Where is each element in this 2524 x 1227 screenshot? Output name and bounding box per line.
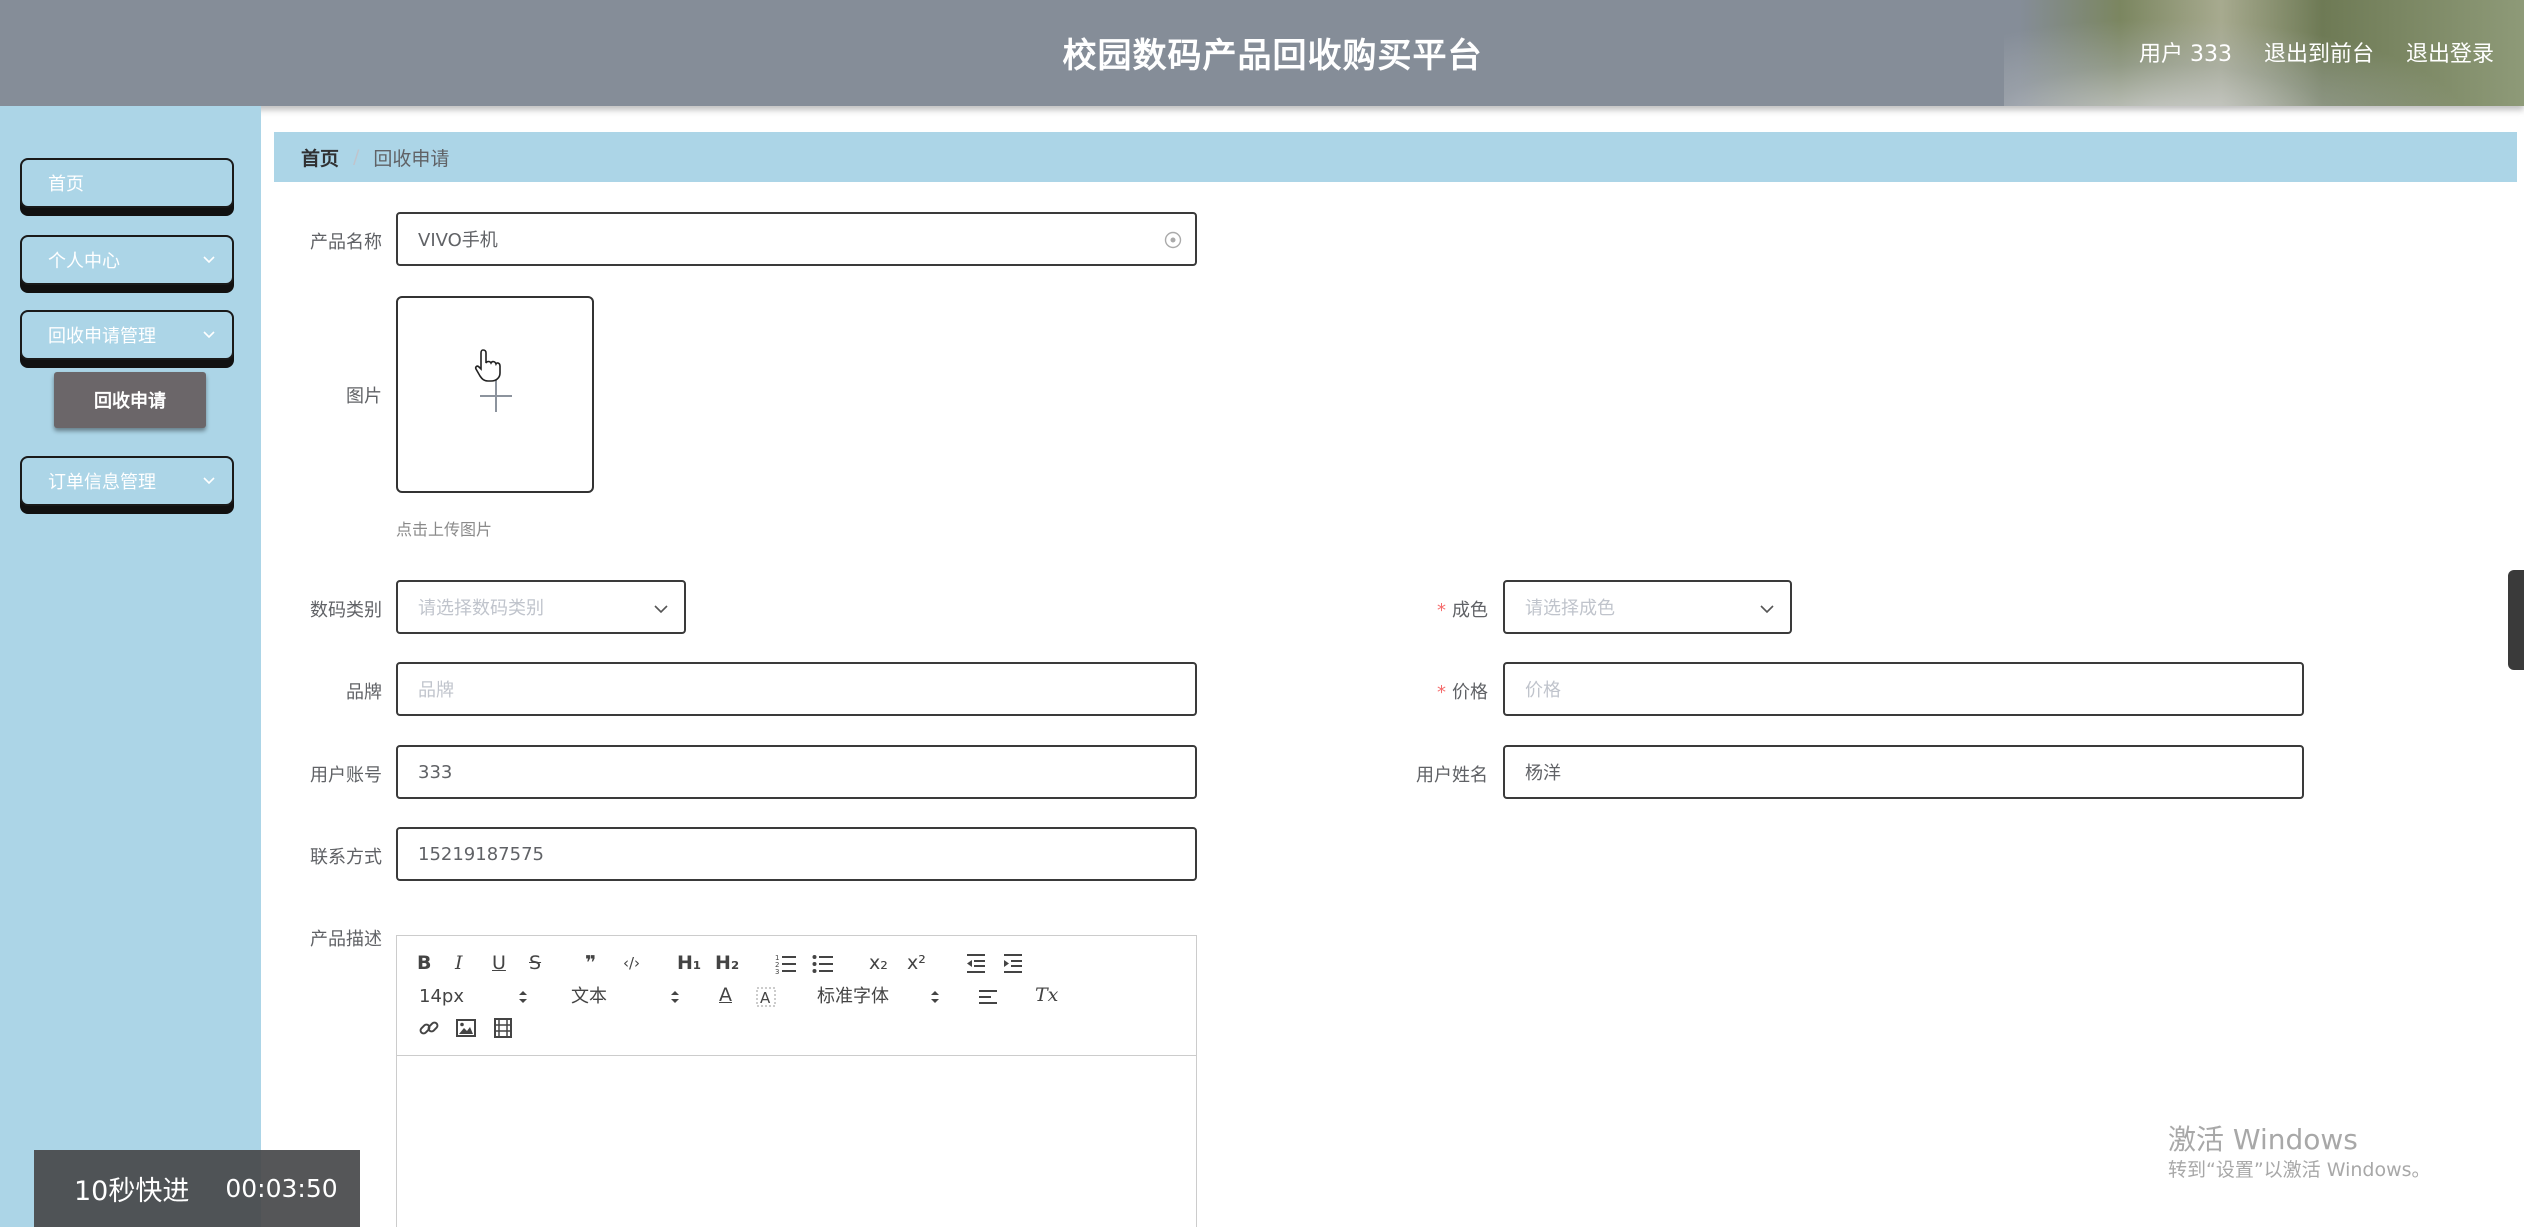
fast-forward-button[interactable]: 10秒快进: [74, 1169, 189, 1208]
strike-button[interactable]: S: [529, 951, 541, 975]
editor-toolbar: B I U S ❞ ‹/› H₁ H₂ 123 x₂ x² 14px 文本 A …: [397, 936, 1196, 1056]
top-header: 校园数码产品回收购买平台 用户 333 退出到前台 退出登录: [0, 0, 2524, 106]
video-control-bar: 10秒快进 00:03:50: [34, 1150, 360, 1227]
contact-value: 15219187575: [418, 843, 544, 865]
text-style-value: 文本: [571, 986, 607, 1007]
required-mark: *: [1437, 682, 1446, 703]
updown-icon: [931, 991, 939, 1003]
user-label: 用户 333: [2138, 42, 2232, 67]
product-name-input[interactable]: VIVO手机: [396, 212, 1197, 266]
exit-to-front-link[interactable]: 退出到前台: [2264, 36, 2374, 68]
description-label: 产品描述: [310, 929, 382, 950]
user-name-value: 杨洋: [1525, 763, 1561, 784]
font-color-button[interactable]: A: [719, 983, 732, 1007]
font-size-value: 14px: [419, 986, 464, 1007]
sidebar-item-personal-center[interactable]: 个人中心: [20, 235, 234, 285]
font-size-select[interactable]: 14px: [419, 985, 529, 1009]
breadcrumb-current: 回收申请: [373, 147, 450, 170]
price-placeholder: 价格: [1525, 680, 1561, 701]
hand-cursor-icon: [474, 349, 501, 382]
underline-button[interactable]: U: [492, 951, 506, 975]
chevron-down-icon: [203, 331, 215, 339]
bullet-list-icon[interactable]: [812, 952, 834, 974]
text-style-select[interactable]: 文本: [571, 985, 681, 1009]
chevron-down-icon: [203, 256, 215, 264]
price-label-text: 价格: [1452, 682, 1488, 703]
price-label: * 价格: [1380, 678, 1488, 704]
image-label: 图片: [346, 386, 382, 407]
updown-icon: [671, 991, 679, 1003]
italic-button[interactable]: I: [455, 951, 463, 975]
condition-select[interactable]: 请选择成色: [1503, 580, 1792, 634]
account-label: 用户账号: [310, 765, 382, 786]
breadcrumb-home[interactable]: 首页: [301, 144, 339, 171]
sidebar-item-label: 回收申请管理: [48, 326, 156, 347]
windows-watermark-subtitle: 转到“设置”以激活 Windows。: [2168, 1159, 2431, 1181]
sidebar-item-label: 订单信息管理: [48, 472, 156, 493]
font-family-value: 标准字体: [817, 986, 889, 1007]
brand-placeholder: 品牌: [418, 680, 454, 701]
video-time: 00:03:50: [225, 1174, 338, 1203]
clear-icon[interactable]: [1163, 230, 1183, 250]
brand-label: 品牌: [346, 682, 382, 703]
subscript-button[interactable]: x₂: [869, 951, 888, 975]
sidebar: 首页 个人中心 回收申请管理 订单信息管理: [0, 106, 261, 1227]
h1-button[interactable]: H₁: [677, 951, 701, 975]
svg-text:A: A: [760, 989, 771, 1007]
breadcrumb: 首页 / 回收申请: [274, 132, 2517, 182]
sidebar-item-label: 个人中心: [48, 251, 120, 272]
sidebar-item-home[interactable]: 首页: [20, 158, 234, 208]
account-value: 333: [418, 761, 453, 783]
updown-icon: [519, 991, 527, 1003]
align-icon[interactable]: [977, 986, 999, 1008]
submenu-item-recycle-apply[interactable]: 回收申请: [54, 372, 206, 428]
scroll-handle[interactable]: [2508, 570, 2524, 670]
category-label: 数码类别: [310, 600, 382, 621]
category-select[interactable]: 请选择数码类别: [396, 580, 686, 634]
breadcrumb-separator: /: [353, 146, 360, 168]
user-name-label: 用户姓名: [1416, 765, 1488, 786]
plus-icon: [480, 380, 512, 412]
font-family-select[interactable]: 标准字体: [817, 985, 941, 1009]
product-name-label: 产品名称: [310, 232, 382, 253]
svg-text:3: 3: [775, 968, 779, 974]
code-button[interactable]: ‹/›: [623, 951, 640, 975]
logout-link[interactable]: 退出登录: [2406, 36, 2494, 68]
bold-button[interactable]: B: [417, 951, 431, 975]
price-input[interactable]: 价格: [1503, 662, 2304, 716]
h2-button[interactable]: H₂: [715, 951, 739, 975]
user-name-input[interactable]: 杨洋: [1503, 745, 2304, 799]
upload-tip: 点击上传图片: [396, 520, 493, 539]
clear-format-button[interactable]: Tx: [1035, 983, 1058, 1007]
account-input[interactable]: 333: [396, 745, 1197, 799]
superscript-button[interactable]: x²: [907, 951, 926, 975]
sidebar-item-label: 首页: [48, 174, 84, 195]
sidebar-item-order-management[interactable]: 订单信息管理: [20, 456, 234, 506]
rich-text-editor: B I U S ❞ ‹/› H₁ H₂ 123 x₂ x² 14px 文本 A …: [396, 935, 1197, 1227]
required-mark: *: [1437, 600, 1446, 621]
image-upload-box[interactable]: [396, 296, 594, 493]
video-icon[interactable]: [492, 1017, 514, 1039]
header-links: 用户 333 退出到前台 退出登录: [2139, 36, 2494, 68]
sidebar-item-recycle-management[interactable]: 回收申请管理: [20, 310, 234, 360]
condition-label: * 成色: [1380, 596, 1488, 622]
product-name-value: VIVO手机: [418, 230, 498, 251]
outdent-icon[interactable]: [965, 952, 987, 974]
background-color-icon[interactable]: A: [755, 986, 777, 1008]
category-placeholder: 请选择数码类别: [418, 598, 544, 619]
indent-icon[interactable]: [1002, 952, 1024, 974]
windows-watermark-title: 激活 Windows: [2168, 1123, 2358, 1156]
image-icon[interactable]: [455, 1017, 477, 1039]
chevron-down-icon: [654, 605, 668, 614]
ordered-list-icon[interactable]: 123: [775, 952, 797, 974]
contact-input[interactable]: 15219187575: [396, 827, 1197, 881]
condition-placeholder: 请选择成色: [1525, 598, 1615, 619]
chevron-down-icon: [203, 477, 215, 485]
quote-button[interactable]: ❞: [585, 951, 596, 975]
link-icon[interactable]: [418, 1017, 440, 1039]
chevron-down-icon: [1760, 605, 1774, 614]
contact-label: 联系方式: [310, 847, 382, 868]
brand-input[interactable]: 品牌: [396, 662, 1197, 716]
condition-label-text: 成色: [1452, 600, 1488, 621]
